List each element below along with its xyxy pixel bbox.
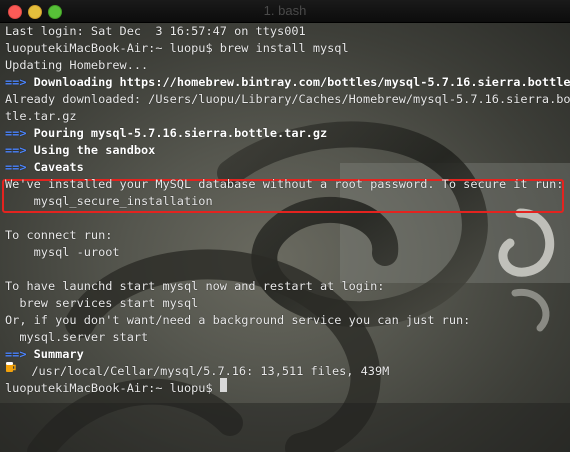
terminal-text: mysql_secure_installation (5, 194, 213, 208)
terminal-line: luoputekiMacBook-Air:~ luopu$ brew insta… (5, 40, 567, 57)
terminal-line: We've installed your MySQL database with… (5, 176, 567, 193)
terminal-line: Or, if you don't want/need a background … (5, 312, 567, 329)
beer-mug-icon (5, 361, 17, 373)
terminal-line: mysql_secure_installation (5, 193, 567, 210)
terminal-line: To have launchd start mysql now and rest… (5, 278, 567, 295)
terminal-line: ==> Using the sandbox (5, 142, 567, 159)
terminal-line: Last login: Sat Dec 3 16:57:47 on ttys00… (5, 23, 567, 40)
terminal-text: luoputekiMacBook-Air:~ luopu$ brew insta… (5, 41, 349, 55)
terminal-line: To connect run: (5, 227, 567, 244)
terminal-text: mysql.server start (5, 330, 149, 344)
brew-step-text: Downloading https://homebrew.bintray.com… (26, 75, 570, 89)
terminal-text: Last login: Sat Dec 3 16:57:47 on ttys00… (5, 24, 306, 38)
brew-step-text: Pouring mysql-5.7.16.sierra.bottle.tar.g… (26, 126, 328, 140)
brew-step-text: Using the sandbox (26, 143, 156, 157)
terminal-line: ==> Downloading https://homebrew.bintray… (5, 74, 570, 91)
terminal-text: /usr/local/Cellar/mysql/5.7.16: 13,511 f… (17, 364, 390, 378)
terminal-text: luoputekiMacBook-Air:~ luopu$ (5, 381, 220, 395)
terminal-window: 1. bash Last login: Sat Dec 3 16:57:47 o… (0, 0, 570, 452)
terminal-text: Updating Homebrew... (5, 58, 149, 72)
brew-arrow-marker: ==> (5, 160, 27, 174)
brew-step-text: Caveats (26, 160, 84, 174)
terminal-text: Or, if you don't want/need a background … (5, 313, 471, 327)
terminal-text: We've installed your MySQL database with… (5, 177, 564, 191)
terminal-text: mysql -uroot (5, 245, 120, 259)
terminal-line: brew services start mysql (5, 295, 567, 312)
terminal-line: ==> Summary (5, 346, 567, 363)
terminal-line: Updating Homebrew... (5, 57, 567, 74)
brew-step-text: Summary (26, 347, 84, 361)
text-cursor (219, 378, 227, 392)
brew-arrow-marker: ==> (5, 126, 27, 140)
title-bar[interactable]: 1. bash (0, 0, 570, 23)
terminal-output[interactable]: Last login: Sat Dec 3 16:57:47 on ttys00… (5, 23, 570, 397)
terminal-line: mysql -uroot (5, 244, 567, 261)
terminal-text: tle.tar.gz (5, 109, 77, 123)
terminal-line: mysql.server start (5, 329, 567, 346)
terminal-line: /usr/local/Cellar/mysql/5.7.16: 13,511 f… (5, 361, 567, 380)
terminal-line: ==> Caveats (5, 159, 567, 176)
terminal-text: brew services start mysql (5, 296, 199, 310)
terminal-text: Already downloaded: /Users/luopu/Library… (5, 92, 570, 106)
terminal-text: To have launchd start mysql now and rest… (5, 279, 385, 293)
terminal-line: Already downloaded: /Users/luopu/Library… (5, 91, 570, 108)
terminal-text: To connect run: (5, 228, 113, 242)
terminal-line: ==> Pouring mysql-5.7.16.sierra.bottle.t… (5, 125, 567, 142)
brew-arrow-marker: ==> (5, 143, 27, 157)
terminal-content[interactable]: Last login: Sat Dec 3 16:57:47 on ttys00… (0, 23, 570, 452)
brew-arrow-marker: ==> (5, 75, 27, 89)
terminal-line: luoputekiMacBook-Air:~ luopu$ (5, 378, 567, 397)
window-title: 1. bash (263, 3, 307, 18)
terminal-line: tle.tar.gz (5, 108, 567, 125)
